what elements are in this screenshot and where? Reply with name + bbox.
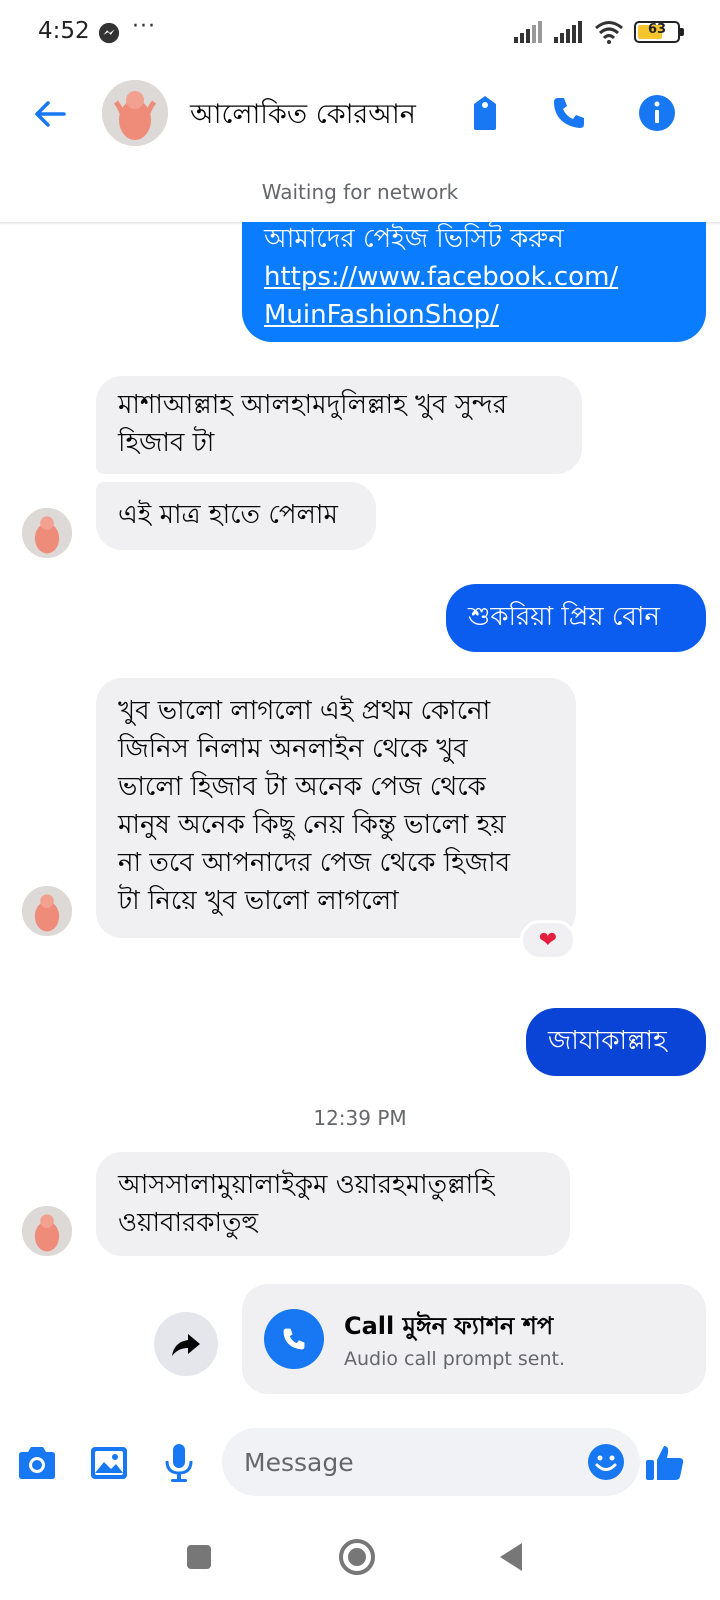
message-text: জিনিস নিলাম অনলাইন থেকে খুব	[118, 734, 468, 764]
incoming-message[interactable]: এই মাত্র হাতে পেলাম	[96, 482, 376, 550]
call-prompt-card[interactable]: Call মুঈন ফ্যাশন শপ Audio call prompt se…	[242, 1284, 706, 1394]
network-status: Waiting for network	[261, 180, 459, 204]
system-nav-bar	[0, 1520, 720, 1600]
status-more-dots: ···	[132, 14, 156, 39]
status-bar: 4:52 ··· 63	[0, 0, 720, 68]
signal-icon-2	[554, 21, 582, 43]
call-icon-circle	[264, 1309, 324, 1369]
back-arrow-icon[interactable]	[28, 92, 72, 136]
message-link[interactable]: https://www.facebook.com/	[264, 258, 684, 296]
message-text: ওয়াবারকাতুহু	[118, 1208, 259, 1238]
thumbs-up-icon[interactable]	[642, 1440, 688, 1486]
message-text: এই মাত্র হাতে পেলাম	[118, 500, 338, 530]
battery-icon: 63	[634, 21, 684, 43]
messenger-notification-icon	[98, 22, 120, 44]
emoji-icon[interactable]	[586, 1442, 626, 1482]
phone-icon[interactable]	[546, 90, 592, 136]
microphone-icon[interactable]	[156, 1440, 202, 1486]
heart-reaction[interactable]: ❤	[520, 920, 576, 960]
message-link[interactable]: MuinFashionShop/	[264, 296, 684, 334]
home-button[interactable]	[332, 1532, 382, 1582]
message-text: টা নিয়ে খুব ভালো লাগলো	[118, 886, 399, 916]
sender-avatar[interactable]	[22, 886, 72, 936]
back-nav-button[interactable]	[486, 1532, 536, 1582]
incoming-message[interactable]: খুব ভালো লাগলো এই প্রথম কোনো জিনিস নিলাম…	[96, 678, 576, 938]
message-text: মানুষ অনেক কিছু নেয় কিন্তু ভালো হয়	[118, 810, 506, 840]
square-icon	[187, 1545, 211, 1569]
recents-button[interactable]	[174, 1532, 224, 1582]
phone-icon	[283, 1328, 305, 1350]
message-list[interactable]: আমাদের পেইজ ভিসিট করুন https://www.faceb…	[0, 222, 720, 1412]
avatar[interactable]	[102, 80, 168, 146]
message-text: না তবে আপনাদের পেজ থেকে হিজাব	[118, 848, 511, 878]
sender-avatar[interactable]	[22, 1206, 72, 1256]
status-indicators: 63	[514, 20, 684, 44]
status-time: 4:52	[38, 18, 90, 44]
message-timestamp: 12:39 PM	[313, 1106, 407, 1130]
battery-level: 63	[647, 22, 667, 37]
outgoing-message[interactable]: শুকরিয়া প্রিয় বোন	[446, 584, 706, 652]
message-text: ভালো হিজাব টা অনেক পেজ থেকে	[118, 772, 486, 802]
message-text: আমাদের পেইজ ভিসিট করুন	[264, 224, 564, 254]
wifi-icon	[595, 21, 623, 44]
incoming-message[interactable]: আসসালামুয়ালাইকুম ওয়ারহমাতুল্লাহি ওয়াব…	[96, 1152, 570, 1256]
message-text: খুব ভালো লাগলো এই প্রথম কোনো	[118, 696, 491, 726]
signal-icon	[514, 21, 542, 43]
heart-icon: ❤	[538, 927, 558, 953]
circle-icon	[339, 1539, 375, 1575]
message-text: মাশাআল্লাহ আলহামদুলিল্লাহ খুব সুন্দর	[118, 390, 508, 420]
camera-icon[interactable]	[14, 1440, 60, 1486]
avatar-image	[102, 80, 168, 146]
message-text: শুকরিয়া প্রিয় বোন	[468, 602, 660, 632]
gallery-icon[interactable]	[86, 1440, 132, 1486]
forward-icon	[172, 1334, 200, 1356]
tag-icon[interactable]	[462, 90, 508, 136]
message-composer	[0, 1420, 720, 1520]
call-subtitle: Audio call prompt sent.	[344, 1348, 565, 1370]
message-text: জাযাকাল্লাহ	[548, 1026, 667, 1056]
forward-button[interactable]	[154, 1312, 218, 1376]
outgoing-message[interactable]: জাযাকাল্লাহ	[526, 1008, 706, 1076]
triangle-back-icon	[500, 1543, 522, 1571]
incoming-message[interactable]: মাশাআল্লাহ আলহামদুলিল্লাহ খুব সুন্দর হিজ…	[96, 376, 582, 474]
conversation-header: আলোকিত কোরআন	[0, 68, 720, 158]
message-text: হিজাব টা	[118, 428, 215, 458]
message-input[interactable]	[222, 1428, 640, 1496]
call-title: Call মুঈন ফ্যাশন শপ	[344, 1312, 554, 1340]
message-text: আসসালামুয়ালাইকুম ওয়ারহমাতুল্লাহি	[118, 1170, 495, 1200]
info-icon[interactable]	[634, 90, 680, 136]
conversation-title[interactable]: আলোকিত কোরআন	[190, 94, 416, 139]
outgoing-message[interactable]: আমাদের পেইজ ভিসিট করুন https://www.faceb…	[242, 222, 706, 342]
sender-avatar[interactable]	[22, 508, 72, 558]
